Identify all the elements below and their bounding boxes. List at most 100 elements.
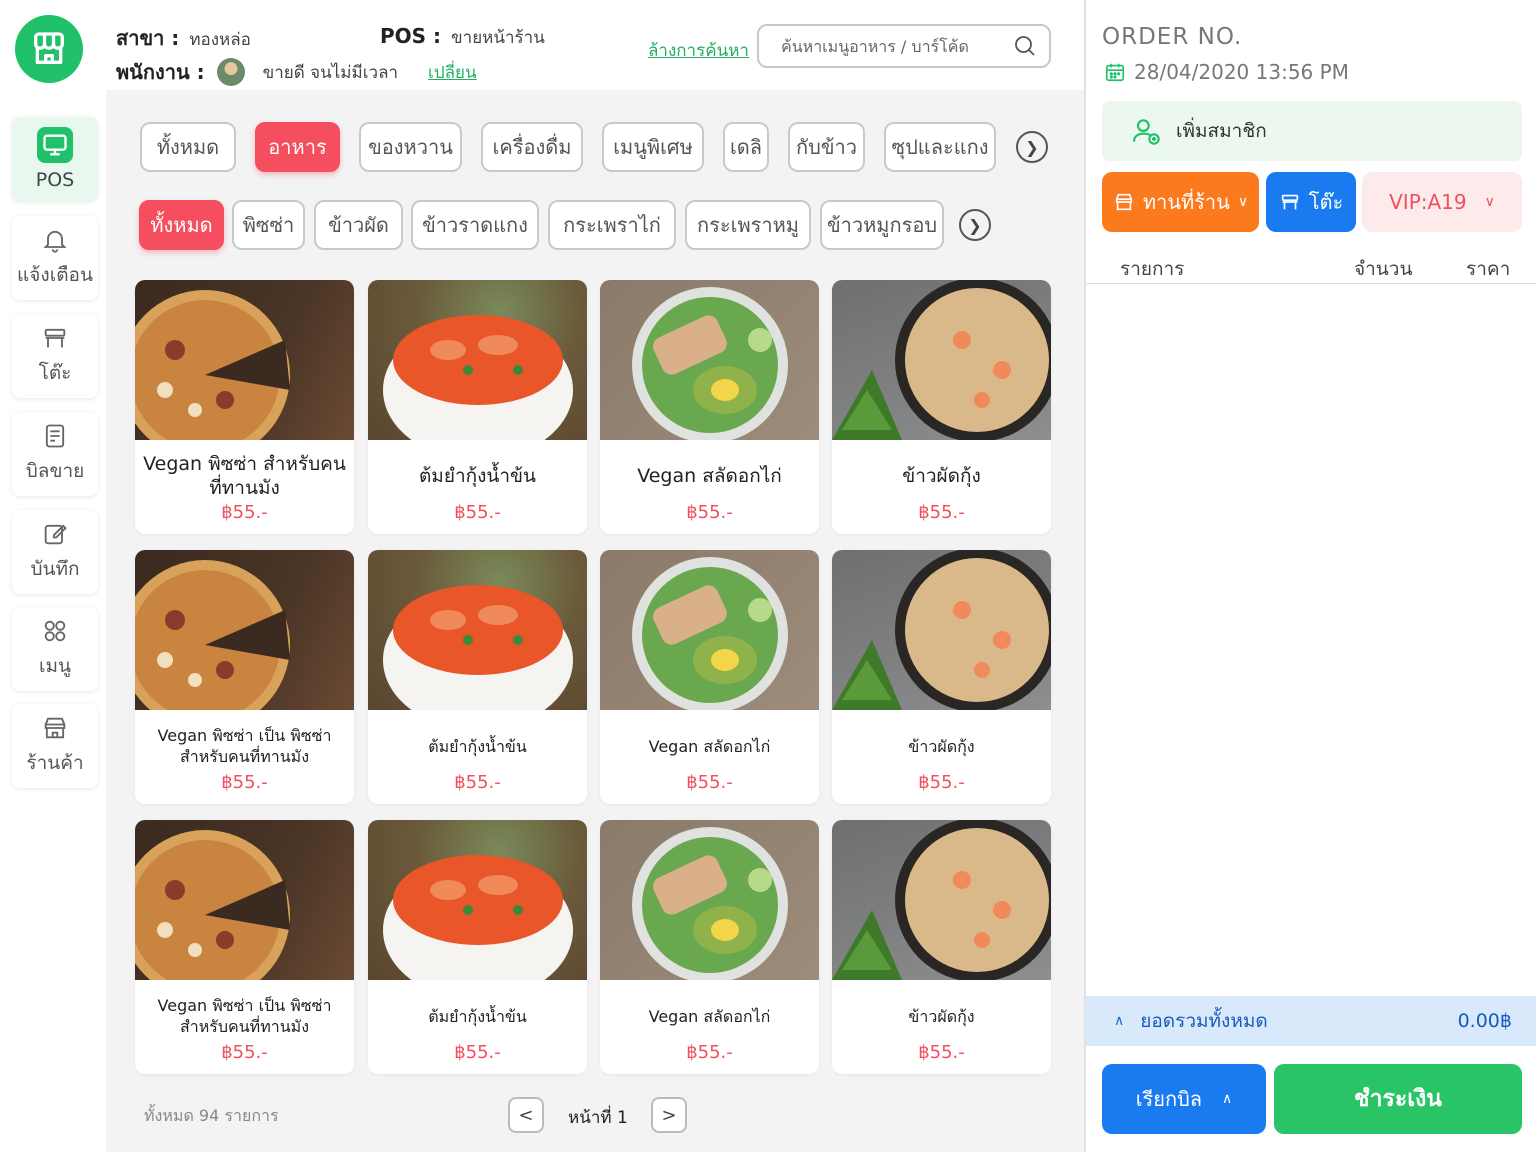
product-image — [368, 820, 587, 980]
product-card[interactable]: ข้าวผัดกุ้ง ฿55.- — [832, 820, 1051, 1074]
product-price: ฿55.- — [454, 772, 501, 793]
search-input[interactable] — [781, 36, 1001, 56]
change-staff-link[interactable]: เปลี่ยน — [428, 59, 477, 86]
product-image — [600, 820, 819, 980]
add-member-button[interactable]: เพิ่มสมาชิก — [1102, 101, 1522, 161]
pay-button[interactable]: ชำระเงิน — [1274, 1064, 1522, 1134]
order-title: ORDER NO. — [1102, 24, 1243, 50]
edit-icon — [44, 524, 67, 545]
branch-info: สาขา : ทองหล่อ — [116, 22, 251, 54]
search-box — [757, 24, 1051, 68]
product-card[interactable]: Vegan สลัดอกไก่ ฿55.- — [600, 820, 819, 1074]
product-price: ฿55.- — [918, 772, 965, 793]
product-price: ฿55.- — [686, 772, 733, 793]
subcategory-chip[interactable]: กระเพราไก่ — [548, 200, 676, 250]
product-image — [832, 820, 1051, 980]
pos-info: POS : ขายหน้าร้าน — [380, 24, 545, 51]
shop-logo-icon — [34, 32, 64, 64]
chevron-right-icon: ❯ — [1025, 137, 1039, 157]
subcategory-chip[interactable]: ข้าวผัด — [314, 200, 403, 250]
calendar-icon — [1105, 63, 1125, 82]
category-chip[interactable]: เมนูพิเศษ — [602, 122, 704, 172]
subcategory-chip[interactable]: พิซซ่า — [232, 200, 305, 250]
product-price: ฿55.- — [918, 1042, 965, 1063]
category-chip[interactable]: เครื่องดื่ม — [481, 122, 583, 172]
product-name: ข้าวผัดกุ้ง — [908, 736, 975, 756]
product-price: ฿55.- — [221, 1042, 268, 1063]
product-card[interactable]: Vegan พิซซ่า เป็น พิซซ่า สำหรับคนที่ทานม… — [135, 820, 354, 1074]
sidebar-item-sales-bills[interactable]: บิลขาย — [12, 412, 98, 496]
product-card[interactable]: ต้มยำกุ้งน้ำข้น ฿55.- — [368, 280, 587, 534]
total-label: ยอดรวมทั้งหมด — [1140, 1010, 1268, 1032]
product-card[interactable]: ต้มยำกุ้งน้ำข้น ฿55.- — [368, 550, 587, 804]
product-price: ฿55.- — [918, 502, 965, 523]
sidebar-item-menu[interactable]: เมนู — [12, 607, 98, 691]
staff-name: ขายดี จนไม่มีเวลา — [262, 62, 399, 83]
add-member-label: เพิ่มสมาชิก — [1176, 120, 1267, 142]
product-name: Vegan สลัดอกไก่ — [648, 736, 771, 756]
sidebar-item-records[interactable]: บันทึก — [12, 510, 98, 594]
call-bill-button[interactable]: เรียกบิล ∧ — [1102, 1064, 1266, 1134]
prev-page-button[interactable]: < — [508, 1097, 544, 1133]
product-price: ฿55.- — [221, 772, 268, 793]
product-area: ทั้งหมด อาหาร ของหวาน เครื่องดื่ม เมนูพิ… — [106, 90, 1084, 1152]
product-name: Vegan พิซซ่า เป็น พิซซ่า สำหรับคนที่ทานม… — [157, 996, 332, 1036]
product-image — [832, 550, 1051, 710]
product-name: ต้มยำกุ้งน้ำข้น — [418, 465, 537, 487]
subcategory-next-button[interactable]: ❯ — [959, 209, 991, 241]
product-card[interactable]: Vegan สลัดอกไก่ ฿55.- — [600, 550, 819, 804]
call-bill-label: เรียกบิล — [1135, 1087, 1203, 1111]
add-user-icon — [1132, 119, 1160, 145]
search-icon[interactable] — [1013, 34, 1037, 58]
subcategory-chip[interactable]: ข้าวราดแกง — [411, 200, 539, 250]
total-bar[interactable]: ∧ ยอดรวมทั้งหมด 0.00฿ — [1086, 996, 1536, 1046]
table-label: โต๊ะ — [1308, 190, 1344, 214]
receipt-icon — [45, 424, 65, 448]
category-chip[interactable]: ซุปและแกง — [884, 122, 996, 172]
total-items-text: ทั้งหมด 94 รายการ — [144, 1106, 279, 1125]
product-name: ข้าวผัดกุ้ง — [902, 465, 981, 487]
category-chip[interactable]: กับข้าว — [788, 122, 865, 172]
sidebar-item-store[interactable]: ร้านค้า — [12, 704, 98, 788]
staff-info: พนักงาน : ขายดี จนไม่มีเวลา เปลี่ยน — [116, 56, 477, 88]
category-chip-active[interactable]: อาหาร — [255, 122, 340, 172]
product-card[interactable]: Vegan พิซซ่า สำหรับคนที่ทานมัง ฿55.- — [135, 280, 354, 534]
chevron-right-icon: ❯ — [968, 215, 982, 235]
sidebar-item-pos[interactable]: POS — [12, 117, 98, 201]
product-card[interactable]: ต้มยำกุ้งน้ำข้น ฿55.- — [368, 820, 587, 1074]
sidebar-item-tables[interactable]: โต๊ะ — [12, 314, 98, 398]
subcategory-chip-active[interactable]: ทั้งหมด — [139, 200, 224, 250]
subcategory-chip[interactable]: กระเพราหมู — [685, 200, 811, 250]
store-icon — [1115, 193, 1133, 211]
next-page-button[interactable]: > — [651, 1097, 687, 1133]
clear-search-link[interactable]: ล้างการค้นหา — [648, 37, 749, 64]
branch-label: สาขา : — [116, 26, 180, 50]
category-chip[interactable]: ของหวาน — [359, 122, 462, 172]
staff-label: พนักงาน : — [116, 60, 205, 84]
product-name: ข้าวผัดกุ้ง — [908, 1006, 975, 1026]
category-chip[interactable]: ทั้งหมด — [140, 122, 236, 172]
app-logo — [15, 15, 83, 83]
product-name: Vegan สลัดอกไก่ — [637, 465, 782, 487]
sidebar-item-label: บิลขาย — [25, 460, 85, 482]
sidebar-item-notifications[interactable]: แจ้งเตือน — [12, 216, 98, 300]
subcategory-chip[interactable]: ข้าวหมูกรอบ — [820, 200, 944, 250]
product-price: ฿55.- — [221, 502, 268, 523]
product-card[interactable]: Vegan พิซซ่า เป็น พิซซ่า สำหรับคนที่ทานม… — [135, 550, 354, 804]
product-card[interactable]: Vegan สลัดอกไก่ ฿55.- — [600, 280, 819, 534]
vip-table-dropdown[interactable]: VIP:A19 ∨ — [1362, 172, 1522, 232]
product-card[interactable]: ข้าวผัดกุ้ง ฿55.- — [832, 280, 1051, 534]
table-button[interactable]: โต๊ะ — [1266, 172, 1356, 232]
product-image — [600, 550, 819, 710]
dine-in-dropdown[interactable]: ทานที่ร้าน ∨ — [1102, 172, 1259, 232]
category-chip[interactable]: เดลิ — [723, 122, 769, 172]
total-value: 0.00฿ — [1457, 1010, 1512, 1032]
product-card[interactable]: ข้าวผัดกุ้ง ฿55.- — [832, 550, 1051, 804]
product-image — [368, 550, 587, 710]
product-name: Vegan สลัดอกไก่ — [648, 1006, 771, 1026]
table-icon — [1281, 194, 1298, 210]
category-next-button[interactable]: ❯ — [1016, 131, 1048, 163]
product-image — [135, 550, 354, 710]
sidebar-item-label: โต๊ะ — [38, 362, 72, 384]
pay-label: ชำระเงิน — [1353, 1086, 1443, 1112]
